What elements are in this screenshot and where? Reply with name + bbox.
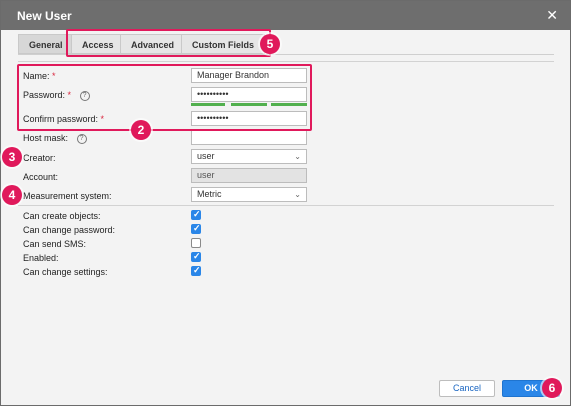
account-label: Account: <box>23 172 59 182</box>
option-label: Enabled: <box>23 253 59 263</box>
annotation-badge-4: 4 <box>2 185 22 205</box>
option-label: Can create objects: <box>23 211 101 221</box>
option-label: Can change password: <box>23 225 116 235</box>
fields-highlight-box <box>17 64 312 131</box>
help-icon[interactable]: ? <box>76 133 87 144</box>
creator-select[interactable]: user ⌄ <box>191 149 307 164</box>
enabled-checkbox[interactable] <box>191 251 201 262</box>
measurement-system-select[interactable]: Metric ⌄ <box>191 187 307 202</box>
can-change-settings-checkbox[interactable] <box>191 265 201 276</box>
annotation-badge-5: 5 <box>260 34 280 54</box>
chevron-down-icon: ⌄ <box>294 152 301 161</box>
dialog-title: New User <box>17 9 72 23</box>
can-create-objects-checkbox[interactable] <box>191 209 201 220</box>
annotation-badge-2: 2 <box>131 120 151 140</box>
host-mask-label: Host mask: ? <box>23 133 87 144</box>
chevron-down-icon: ⌄ <box>294 190 301 199</box>
cancel-button[interactable]: Cancel <box>439 380 495 397</box>
close-icon[interactable]: ✕ <box>546 7 558 24</box>
section-divider <box>18 61 554 62</box>
annotation-badge-6: 6 <box>542 378 562 398</box>
creator-label: Creator: <box>23 153 56 163</box>
section-divider <box>18 205 554 206</box>
option-label: Can change settings: <box>23 267 108 277</box>
annotation-badge-3: 3 <box>2 147 22 167</box>
can-send-sms-checkbox[interactable] <box>191 238 201 248</box>
dialog-titlebar: New User ✕ <box>1 1 570 30</box>
can-change-password-checkbox[interactable] <box>191 223 201 234</box>
new-user-dialog: New User ✕ General Access Advanced Custo… <box>0 0 571 406</box>
tabs-highlight-box <box>66 29 271 57</box>
measurement-system-label: Measurement system: <box>23 191 112 201</box>
host-mask-field[interactable] <box>191 130 307 145</box>
creator-value: user <box>197 151 215 161</box>
measurement-value: Metric <box>197 189 222 199</box>
hostmask-label-text: Host mask: <box>23 133 69 143</box>
option-label: Can send SMS: <box>23 239 87 249</box>
account-field: user <box>191 168 307 183</box>
